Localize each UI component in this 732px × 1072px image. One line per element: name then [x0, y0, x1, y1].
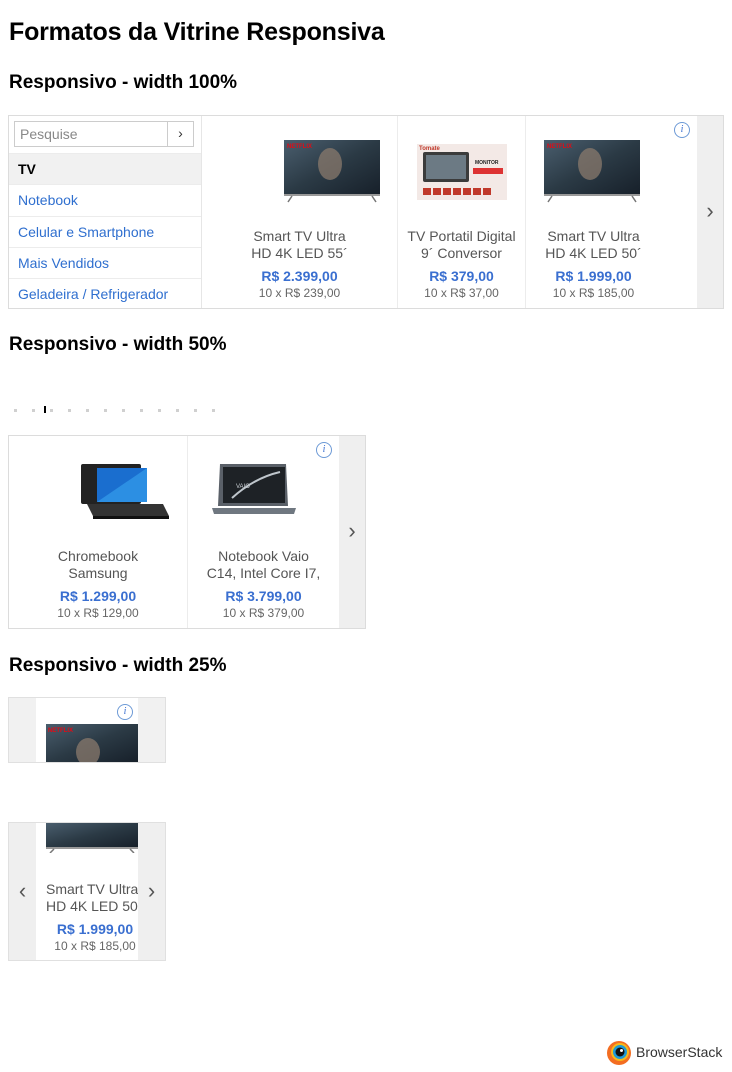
- svg-text:NETFLIX: NETFLIX: [287, 144, 312, 150]
- product-installments: 10 x R$ 185,00: [552, 286, 635, 300]
- product-name[interactable]: TV Portatil Digital 9´ Conversor: [398, 228, 525, 262]
- svg-text:MONITOR: MONITOR: [475, 160, 499, 166]
- product-image-chromebook: [81, 464, 169, 519]
- svg-text:NETFLIX: NETFLIX: [547, 144, 572, 150]
- info-icon[interactable]: i: [674, 122, 690, 138]
- product-price: R$ 3.799,00: [225, 588, 302, 604]
- section-title-25: Responsivo - width 25%: [9, 655, 227, 676]
- product-name[interactable]: Chromebook Samsung: [9, 548, 187, 582]
- product-image-portable-tv: Tomate MONITOR: [417, 144, 507, 200]
- showcase-widget-100: › TV Notebook Celular e Smartphone Mais …: [8, 115, 724, 309]
- product-price: R$ 1.999,00: [56, 921, 134, 937]
- svg-text:NETFLIX: NETFLIX: [48, 728, 73, 734]
- product-image-notebook-vaio: VAIO: [212, 464, 296, 514]
- category-item-notebook[interactable]: Notebook: [9, 184, 201, 215]
- category-item-mais-vendidos[interactable]: Mais Vendidos: [9, 247, 201, 278]
- product-image-tv: NETFLIX: [284, 140, 380, 203]
- showcase-widget-25-top: NETFLIX i: [8, 697, 166, 763]
- section-title-50: Responsivo - width 50%: [9, 334, 227, 354]
- product-name[interactable]: Notebook Vaio C14, Intel Core I7,: [188, 548, 339, 582]
- showcase-widget-50: Chromebook Samsung R$ 1.299,00 10 x R$ 1…: [8, 435, 366, 629]
- product-image-tv: NETFLIX: [544, 140, 640, 203]
- product-name[interactable]: Smart TV Ultra HD 4K LED 50: [36, 881, 138, 915]
- product-card[interactable]: Smart TV Ultra HD 4K LED 50 R$ 1.999,00 …: [36, 823, 138, 960]
- next-arrow-icon[interactable]: ›: [138, 823, 165, 960]
- category-item-celular[interactable]: Celular e Smartphone: [9, 216, 201, 247]
- info-icon[interactable]: i: [316, 442, 332, 458]
- product-price: R$ 2.399,00: [261, 268, 338, 284]
- prev-arrow-icon[interactable]: ‹: [9, 823, 36, 960]
- product-installments: 10 x R$ 37,00: [424, 286, 499, 300]
- product-card[interactable]: NETFLIX Smart TV Ultra HD 4K LED 55´ R$ …: [202, 116, 398, 308]
- next-arrow-icon[interactable]: ›: [697, 116, 723, 308]
- loading-mark: [44, 406, 46, 413]
- product-card[interactable]: Chromebook Samsung R$ 1.299,00 10 x R$ 1…: [9, 436, 188, 628]
- section-title-100: Responsivo - width 100%: [9, 72, 238, 93]
- product-price: R$ 1.299,00: [59, 588, 137, 604]
- category-item-tv[interactable]: TV: [9, 153, 201, 184]
- product-image-tv: NETFLIX: [46, 724, 138, 762]
- browserstack-icon: [607, 1041, 631, 1065]
- product-price: R$ 379,00: [429, 268, 494, 284]
- product-price: R$ 1.999,00: [555, 268, 632, 284]
- product-installments: 10 x R$ 239,00: [258, 286, 341, 300]
- product-name[interactable]: Smart TV Ultra HD 4K LED 55´: [202, 228, 397, 262]
- next-arrow-icon[interactable]: ›: [339, 436, 365, 628]
- browserstack-text: BrowserStack: [636, 1044, 723, 1060]
- product-card[interactable]: Tomate MONITOR TV Portatil Digital 9´ Co…: [398, 116, 526, 308]
- search-box: ›: [14, 121, 194, 147]
- product-installments: 10 x R$ 129,00: [57, 606, 139, 620]
- product-installments: 10 x R$ 185,00: [54, 939, 136, 953]
- info-icon[interactable]: i: [117, 704, 133, 720]
- page-title: Formatos da Vitrine Responsiva: [9, 18, 385, 46]
- product-card[interactable]: VAIO Notebook Vaio C14, Intel Core I7, R…: [188, 436, 339, 628]
- showcase-widget-25-bottom: Smart TV Ultra HD 4K LED 50 R$ 1.999,00 …: [8, 822, 166, 961]
- product-name[interactable]: Smart TV Ultra HD 4K LED 50´: [526, 228, 661, 262]
- search-input[interactable]: [15, 122, 174, 146]
- product-image-tv: [46, 823, 138, 853]
- svg-text:VAIO: VAIO: [236, 484, 250, 490]
- category-sidebar: › TV Notebook Celular e Smartphone Mais …: [9, 116, 202, 308]
- product-installments: 10 x R$ 379,00: [222, 606, 305, 620]
- product-card[interactable]: NETFLIX Smart TV Ultra HD 4K LED 50´ R$ …: [526, 116, 697, 308]
- search-button[interactable]: ›: [167, 122, 193, 146]
- svg-text:Tomate: Tomate: [419, 146, 441, 152]
- category-item-geladeira[interactable]: Geladeira / Refrigerador: [9, 278, 201, 309]
